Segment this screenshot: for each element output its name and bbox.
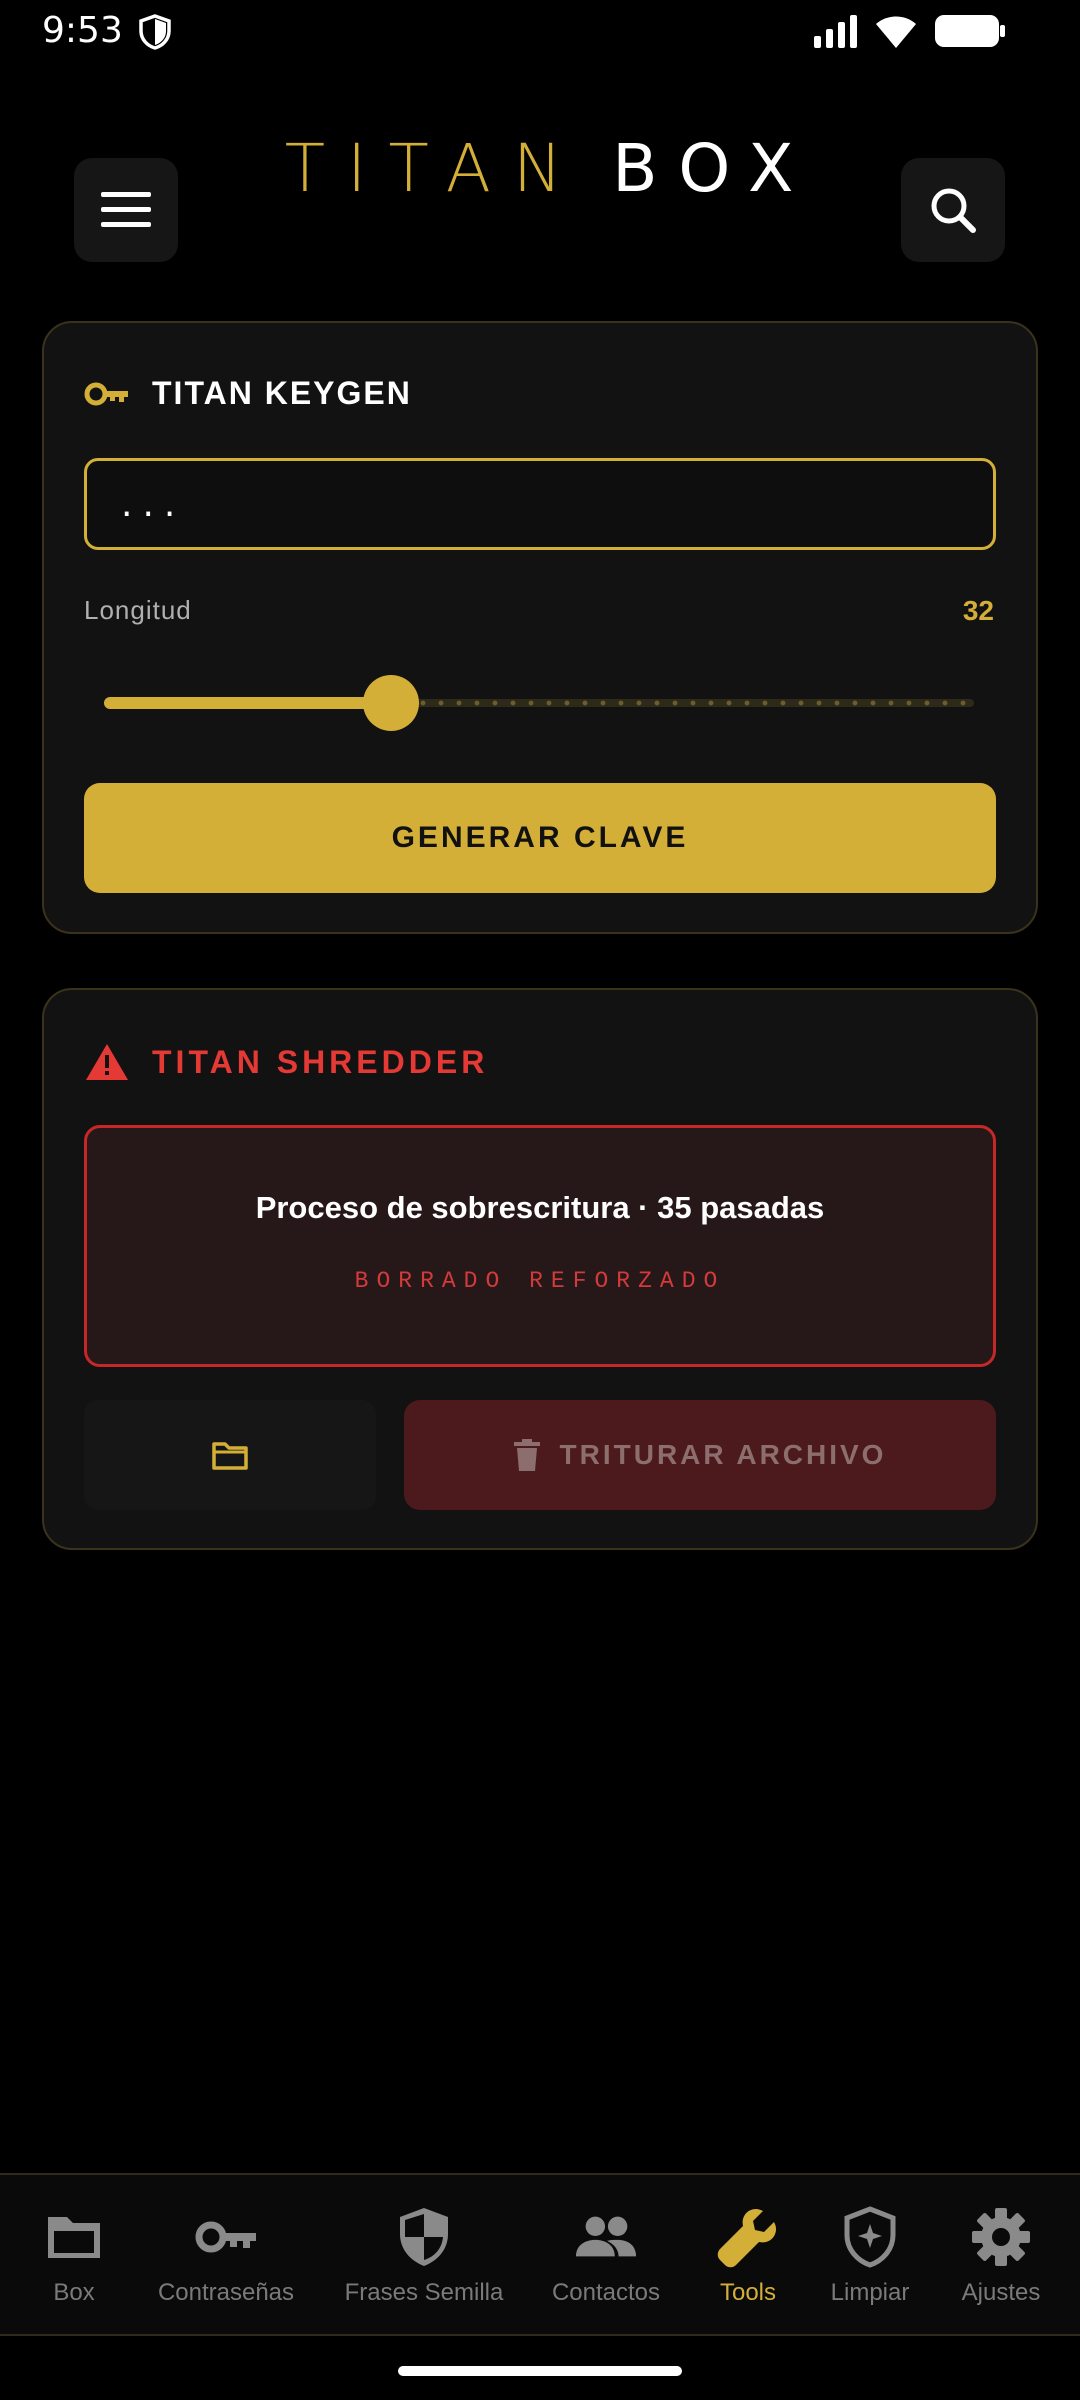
wifi-icon xyxy=(876,16,916,48)
shred-file-label: TRITURAR ARCHIVO xyxy=(559,1439,887,1470)
shield-star-icon xyxy=(844,2206,896,2268)
search-button[interactable] xyxy=(901,158,1005,262)
home-indicator[interactable] xyxy=(398,2366,682,2376)
status-time: 9:53 xyxy=(42,10,123,51)
generated-password-field[interactable]: ... xyxy=(84,458,996,550)
keygen-header: TITAN KEYGEN xyxy=(84,375,412,412)
nav-item-contactos[interactable]: Contactos xyxy=(536,2175,676,2335)
nav-item-tools[interactable]: Tools xyxy=(698,2175,798,2335)
nav-label-ajustes: Ajustes xyxy=(961,2279,1041,2306)
nav-item-ajustes[interactable]: Ajustes xyxy=(946,2175,1056,2335)
slider-thumb[interactable] xyxy=(363,675,420,731)
logo-box: BOX xyxy=(612,130,816,207)
keygen-title: TITAN KEYGEN xyxy=(152,375,412,411)
shield-icon xyxy=(400,2208,448,2266)
status-bar: 9:53 xyxy=(0,0,1080,64)
select-file-button[interactable] xyxy=(84,1400,376,1510)
nav-label-box: Box xyxy=(53,2279,95,2306)
overwrite-process-text: Proceso de sobrescritura · 35 pasadas xyxy=(255,1190,825,1225)
overwrite-info-box: Proceso de sobrescritura · 35 pasadas BO… xyxy=(84,1125,996,1367)
nav-item-limpiar[interactable]: Limpiar xyxy=(815,2175,925,2335)
folder-icon xyxy=(212,1442,248,1470)
nav-item-frases-semilla[interactable]: Frases Semilla xyxy=(336,2175,512,2335)
people-icon xyxy=(575,2216,637,2257)
length-slider[interactable] xyxy=(104,675,974,731)
folder-icon xyxy=(48,2217,100,2258)
reinforced-erase-label: BORRADO REFORZADO xyxy=(354,1268,726,1294)
keygen-card: TITAN KEYGEN ... Longitud 32 GENERAR CLA… xyxy=(42,321,1038,934)
warning-icon xyxy=(86,1044,128,1080)
search-icon xyxy=(931,188,976,233)
trash-icon xyxy=(513,1439,540,1471)
generate-key-button[interactable]: GENERAR CLAVE xyxy=(84,783,996,893)
battery-icon xyxy=(935,15,1005,47)
nav-label-tools: Tools xyxy=(719,2279,777,2306)
length-value: 32 xyxy=(962,595,994,626)
key-icon xyxy=(195,2221,256,2253)
nav-label-frases-semilla: Frases Semilla xyxy=(344,2279,504,2306)
wrench-icon xyxy=(717,2209,776,2268)
key-icon xyxy=(84,382,128,405)
shredder-title: TITAN SHREDDER xyxy=(152,1043,489,1080)
shredder-card: TITAN SHREDDER Proceso de sobrescritura … xyxy=(42,988,1038,1550)
shred-file-button[interactable]: TRITURAR ARCHIVO xyxy=(404,1400,996,1510)
logo-titan: TITAN xyxy=(284,130,585,207)
nav-item-contrasenas[interactable]: Contraseñas xyxy=(146,2175,306,2335)
length-label: Longitud xyxy=(84,595,192,625)
bottom-navigation: Box Contraseñas Frases Semilla Contactos… xyxy=(0,2173,1080,2336)
nav-item-box[interactable]: Box xyxy=(14,2175,134,2335)
nav-label-contrasenas: Contraseñas xyxy=(157,2279,295,2306)
nav-label-limpiar: Limpiar xyxy=(830,2279,910,2306)
gear-icon xyxy=(972,2208,1030,2266)
signal-icon xyxy=(814,15,857,48)
shredder-header: TITAN SHREDDER xyxy=(84,1042,488,1082)
vpn-shield-icon xyxy=(139,14,171,50)
nav-label-contactos: Contactos xyxy=(551,2279,661,2306)
slider-fill xyxy=(104,697,392,709)
